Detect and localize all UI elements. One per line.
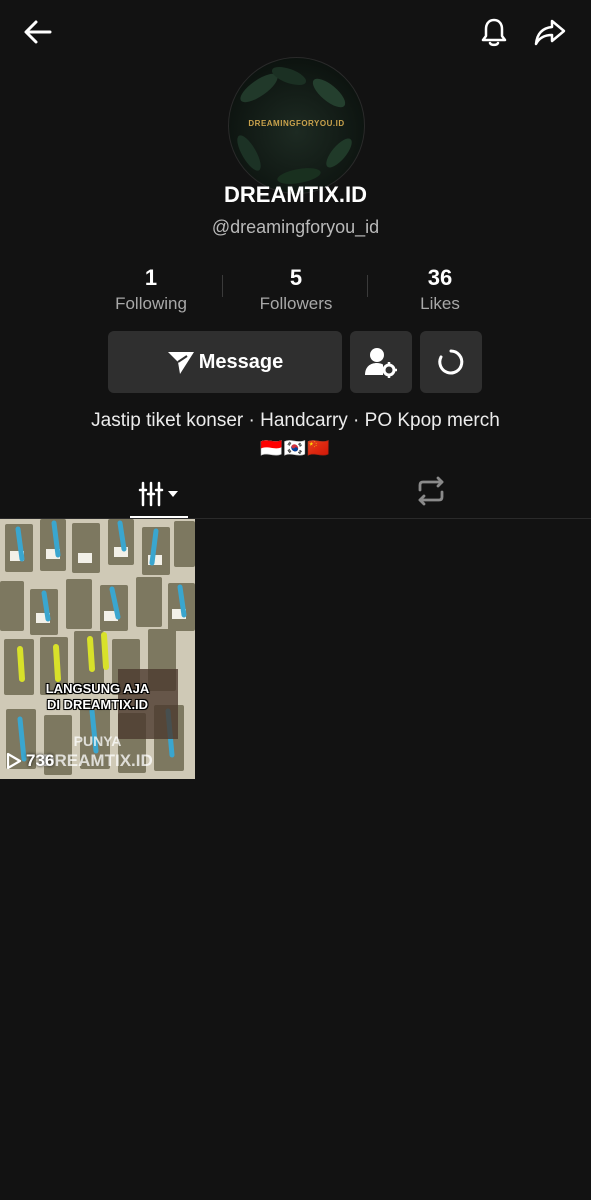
stat-likes-label: Likes xyxy=(420,294,460,313)
bio-text: Jastip tiket konser · Handcarry · PO Kpo… xyxy=(91,410,500,431)
video-caption-line: DI DREAMTIX.ID xyxy=(46,697,149,712)
bell-icon xyxy=(481,18,507,47)
user-gear-icon xyxy=(365,348,397,378)
video-watermark-line: PUNYA xyxy=(73,733,122,749)
video-caption-line: LANGSUNG AJA xyxy=(45,681,150,696)
stat-following-value: 1 xyxy=(144,265,158,290)
video-thumbnail[interactable]: LANGSUNG AJA DI DREAMTIX.ID PUNYA DREAMT… xyxy=(0,519,195,779)
avatar[interactable]: DREAMINGFORYOU.ID xyxy=(228,57,365,194)
play-icon xyxy=(6,752,22,770)
bio-flags: 🇮🇩🇰🇷🇨🇳 xyxy=(260,438,331,458)
message-button[interactable]: Message xyxy=(108,331,342,393)
back-button[interactable] xyxy=(18,12,58,52)
view-count-value: 736 xyxy=(26,751,55,770)
stat-following[interactable]: 1 Following xyxy=(76,264,226,316)
stat-likes[interactable]: 36 Likes xyxy=(365,264,515,316)
avatar-logo-text: DREAMINGFORYOU.ID xyxy=(248,119,345,128)
username: @dreamingforyou_id xyxy=(211,217,380,237)
send-icon xyxy=(167,352,194,374)
repost-icon xyxy=(418,476,444,506)
refresh-button[interactable] xyxy=(420,331,482,393)
view-count: 736 xyxy=(6,751,54,771)
grid-columns-icon xyxy=(138,481,178,507)
stat-following-label: Following xyxy=(115,294,187,313)
message-button-label: Message xyxy=(198,350,284,373)
user-settings-button[interactable] xyxy=(350,331,412,393)
share-arrow-icon xyxy=(534,19,566,46)
share-button[interactable] xyxy=(530,12,570,52)
arrow-left-icon xyxy=(24,20,52,44)
display-name: DREAMTIX.ID xyxy=(224,182,367,207)
notification-button[interactable] xyxy=(474,12,514,52)
stat-followers[interactable]: 5 Followers xyxy=(221,264,371,316)
tab-videos[interactable] xyxy=(130,470,188,518)
stat-likes-value: 36 xyxy=(427,265,453,290)
stat-followers-value: 5 xyxy=(289,265,303,290)
refresh-icon xyxy=(438,349,464,375)
stat-followers-label: Followers xyxy=(259,294,333,313)
tab-reposts[interactable] xyxy=(400,470,462,512)
